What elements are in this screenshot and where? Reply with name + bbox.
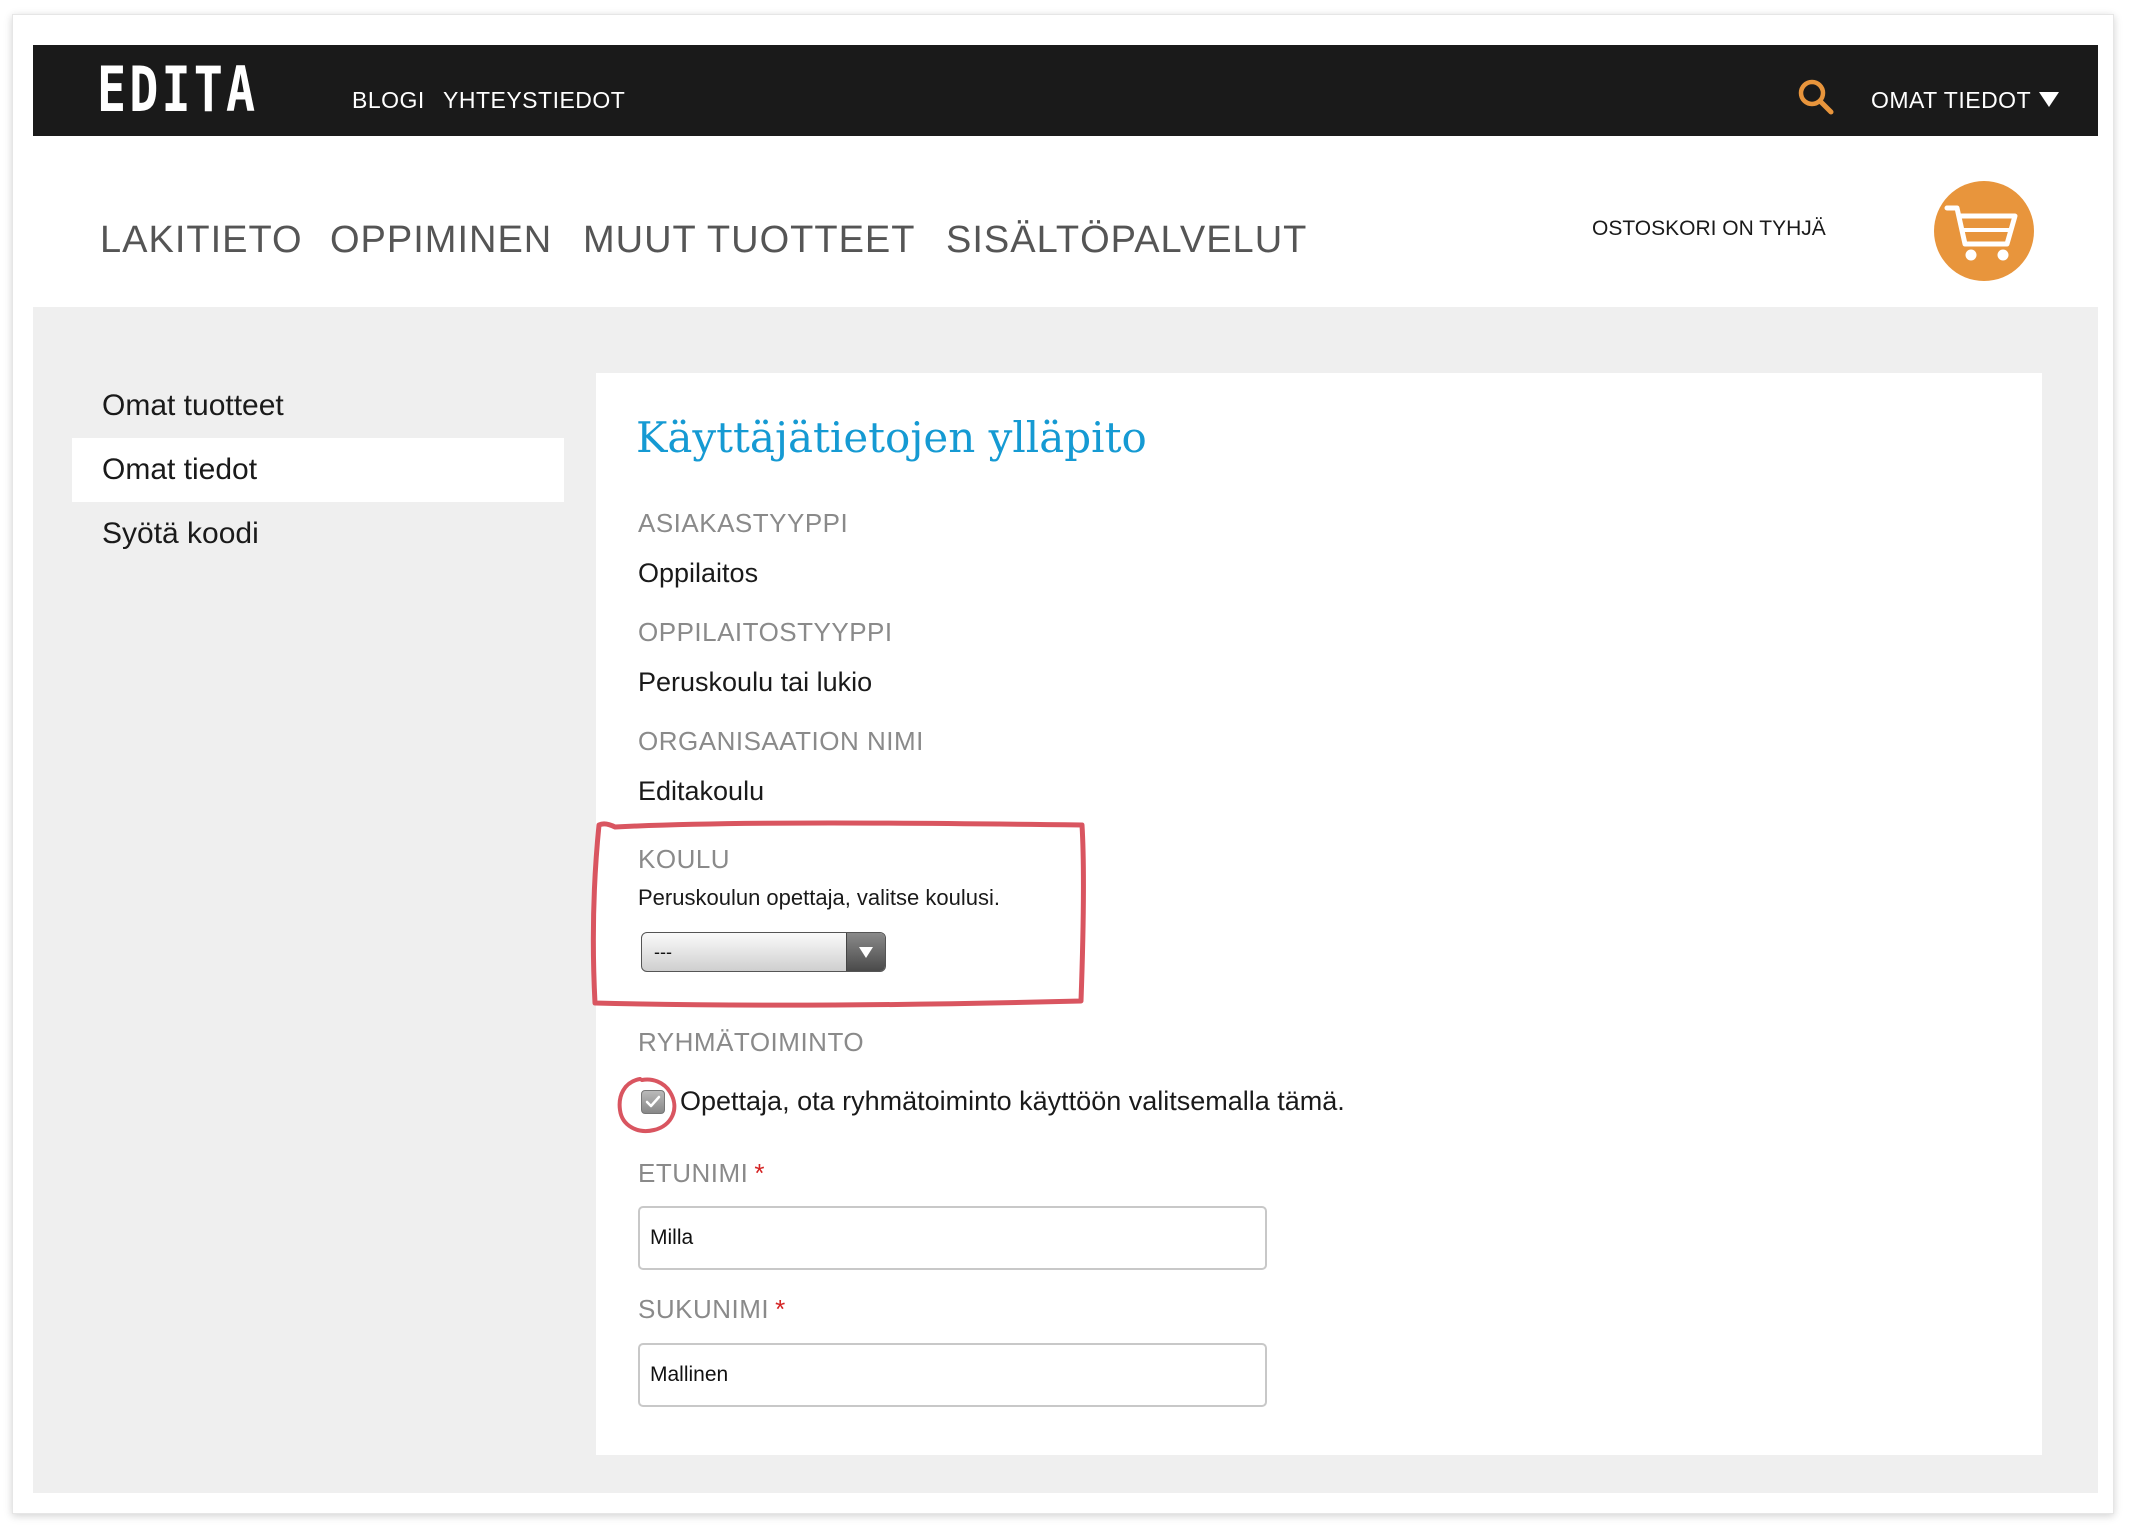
required-mark: * bbox=[754, 1158, 766, 1188]
checkmark-icon bbox=[645, 1095, 661, 1108]
asiakastyyppi-label: ASIAKASTYYPPI bbox=[638, 508, 849, 538]
organisaatio-label: ORGANISAATION NIMI bbox=[638, 726, 924, 756]
page-title: Käyttäjätietojen ylläpito bbox=[636, 413, 1147, 462]
ryhmatoiminto-checkbox-label[interactable]: Opettaja, ota ryhmätoiminto käyttöön val… bbox=[680, 1085, 1345, 1117]
ryhmatoiminto-label: RYHMÄTOIMINTO bbox=[638, 1027, 865, 1057]
koulu-hint: Peruskoulun opettaja, valitse koulusi. bbox=[638, 885, 1000, 910]
sukunimi-label: SUKUNIMI * bbox=[638, 1294, 786, 1324]
oppilaitostyyppi-label: OPPILAITOSTYYPPI bbox=[638, 617, 893, 647]
user-info-panel: Käyttäjätietojen ylläpito ASIAKASTYYPPI … bbox=[596, 373, 2042, 1455]
ryhmatoiminto-checkbox[interactable] bbox=[641, 1090, 665, 1114]
chevron-down-icon bbox=[859, 947, 873, 958]
main-nav-muut-tuotteet[interactable]: MUUT TUOTTEET bbox=[583, 218, 915, 262]
sidebar-item-omat-tuotteet[interactable]: Omat tuotteet bbox=[72, 374, 564, 438]
asiakastyyppi-value: Oppilaitos bbox=[638, 558, 759, 588]
edita-logo[interactable]: EDITA bbox=[97, 57, 258, 123]
main-nav-lakitieto[interactable]: LAKITIETO bbox=[100, 218, 303, 262]
shopping-cart-icon[interactable] bbox=[1933, 180, 2035, 282]
oppilaitostyyppi-value: Peruskoulu tai lukio bbox=[638, 667, 873, 697]
koulu-select[interactable]: --- bbox=[641, 932, 886, 972]
koulu-select-value: --- bbox=[654, 942, 672, 962]
etunimi-label-text: ETUNIMI bbox=[638, 1158, 749, 1188]
sidebar-item-omat-tiedot[interactable]: Omat tiedot bbox=[72, 438, 564, 502]
sukunimi-input[interactable] bbox=[638, 1343, 1267, 1407]
account-label: OMAT TIEDOT bbox=[1871, 87, 2032, 113]
account-menu[interactable]: OMAT TIEDOT bbox=[1871, 87, 2060, 113]
nav-blogi[interactable]: BLOGI bbox=[352, 87, 425, 113]
organisaatio-value: Editakoulu bbox=[638, 776, 765, 806]
sidebar-item-syota-koodi[interactable]: Syötä koodi bbox=[72, 502, 564, 566]
search-icon[interactable] bbox=[1796, 77, 1836, 117]
top-bar: EDITA BLOGI YHTEYSTIEDOT OMAT TIEDOT bbox=[33, 45, 2098, 136]
koulu-label: KOULU bbox=[638, 844, 731, 874]
caret-down-icon bbox=[2039, 92, 2060, 107]
cart-status: OSTOSKORI ON TYHJÄ bbox=[1592, 217, 1826, 240]
required-mark: * bbox=[775, 1294, 786, 1324]
nav-yhteystiedot[interactable]: YHTEYSTIEDOT bbox=[443, 87, 625, 113]
etunimi-input[interactable] bbox=[638, 1206, 1267, 1270]
sukunimi-label-text: SUKUNIMI bbox=[638, 1294, 770, 1324]
select-arrow-button[interactable] bbox=[846, 933, 885, 971]
main-nav-oppiminen[interactable]: OPPIMINEN bbox=[330, 218, 552, 262]
main-nav-sisaltopalvelut[interactable]: SISÄLTÖPALVELUT bbox=[946, 218, 1307, 262]
etunimi-label: ETUNIMI * bbox=[638, 1158, 765, 1188]
